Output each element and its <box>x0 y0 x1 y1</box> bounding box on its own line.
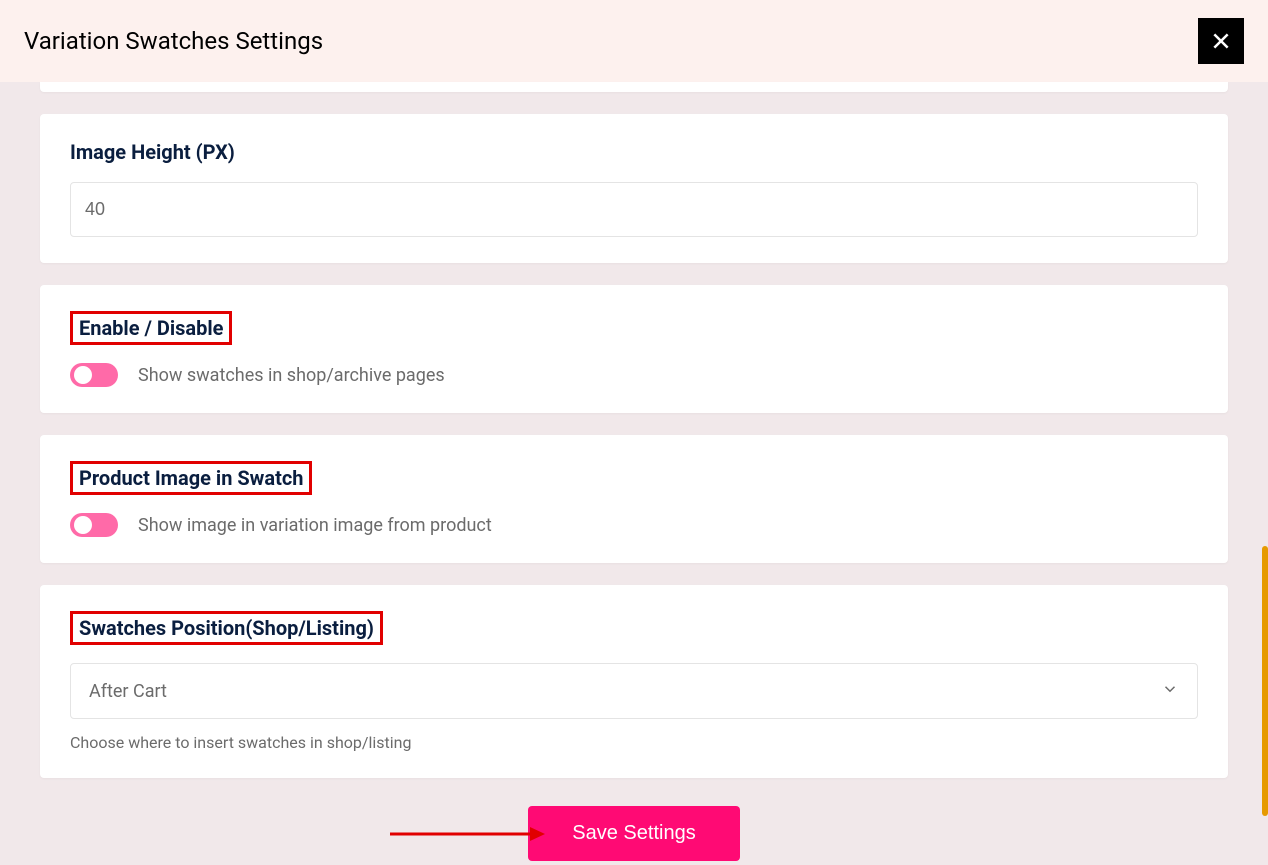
highlight-enable-disable: Enable / Disable <box>70 311 232 345</box>
image-height-card: Image Height (PX) <box>40 114 1228 263</box>
enable-disable-toggle-row: Show swatches in shop/archive pages <box>70 363 1198 387</box>
swatches-position-help: Choose where to insert swatches in shop/… <box>70 733 1198 752</box>
highlight-swatches-position: Swatches Position(Shop/Listing) <box>70 611 383 645</box>
swatches-position-label: Swatches Position(Shop/Listing) <box>79 616 374 640</box>
product-image-toggle-row: Show image in variation image from produ… <box>70 513 1198 537</box>
enable-shop-toggle[interactable] <box>70 363 118 387</box>
image-height-label: Image Height (PX) <box>70 140 235 164</box>
product-image-label: Product Image in Swatch <box>79 466 303 490</box>
settings-content: Image Height (PX) Enable / Disable Show … <box>0 82 1268 861</box>
modal-title: Variation Swatches Settings <box>24 27 323 55</box>
enable-disable-label: Enable / Disable <box>79 316 223 340</box>
swatches-position-select[interactable]: After Cart <box>70 663 1198 719</box>
swatches-position-card: Swatches Position(Shop/Listing) After Ca… <box>40 585 1228 778</box>
previous-card-edge <box>40 82 1228 92</box>
chevron-down-icon <box>1161 680 1179 702</box>
close-icon <box>1211 31 1231 51</box>
enable-shop-toggle-label: Show swatches in shop/archive pages <box>138 365 445 386</box>
enable-disable-card: Enable / Disable Show swatches in shop/a… <box>40 285 1228 413</box>
save-settings-button[interactable]: Save Settings <box>528 806 739 861</box>
highlight-product-image: Product Image in Swatch <box>70 461 312 495</box>
arrow-annotation <box>390 824 545 844</box>
image-height-input[interactable] <box>70 182 1198 237</box>
product-image-toggle[interactable] <box>70 513 118 537</box>
toggle-knob <box>74 516 92 534</box>
modal-header: Variation Swatches Settings <box>0 0 1268 82</box>
swatches-position-value: After Cart <box>89 681 167 702</box>
footer: Save Settings <box>40 806 1228 861</box>
product-image-toggle-label: Show image in variation image from produ… <box>138 515 492 536</box>
product-image-card: Product Image in Swatch Show image in va… <box>40 435 1228 563</box>
scrollbar-thumb[interactable] <box>1262 546 1268 816</box>
close-button[interactable] <box>1198 18 1244 64</box>
toggle-knob <box>74 366 92 384</box>
